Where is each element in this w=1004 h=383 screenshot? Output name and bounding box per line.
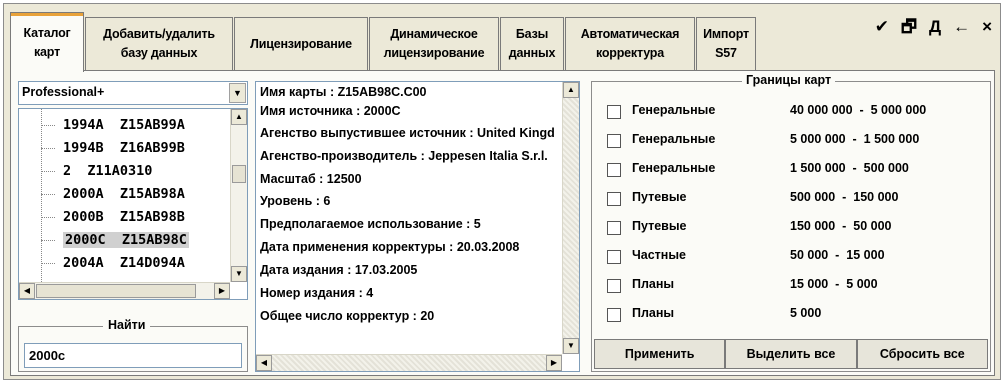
bounds-row[interactable]: Генеральные 5 000 000 - 1 500 000 [604, 128, 984, 154]
scroll-thumb[interactable] [232, 165, 246, 183]
scroll-up-icon[interactable]: ▲ [231, 109, 247, 125]
license-level-value: Professional+ [22, 85, 105, 99]
restore-window-icon[interactable]: 🗗 [901, 18, 917, 35]
scroll-thumb[interactable] [36, 284, 196, 298]
bounds-row[interactable]: Путевые 150 000 - 50 000 [604, 215, 984, 241]
bounds-row[interactable]: Генеральные 40 000 000 - 5 000 000 [604, 99, 984, 125]
bounds-checkbox[interactable] [607, 250, 621, 264]
back-arrow-icon[interactable]: ← [953, 18, 970, 35]
tree-horizontal-scrollbar[interactable]: ◀ ▶ [19, 282, 230, 299]
info-horizontal-scrollbar[interactable]: ◀ ▶ [256, 354, 562, 371]
chart-bounds-label: Границы карт [742, 73, 836, 87]
info-issuing-agency: Агенство выпустившее источник : United K… [260, 126, 555, 140]
tree-item[interactable]: 2004A Z14D094A [19, 252, 229, 274]
bounds-row-label: Планы [632, 277, 675, 291]
license-level-select[interactable]: Professional+ ▼ [18, 81, 248, 105]
tree-item[interactable]: 1994A Z15AB99A [19, 114, 229, 136]
reset-all-button[interactable]: Сбросить все [856, 339, 988, 369]
bounds-row[interactable]: Планы 5 000 [604, 302, 984, 328]
find-group: Найти [18, 318, 248, 372]
find-label: Найти [103, 318, 151, 332]
scroll-left-icon[interactable]: ◀ [256, 355, 272, 371]
bounds-row-range: 40 000 000 - 5 000 000 [790, 103, 927, 117]
chart-bounds-group: Границы карт Генеральные 40 000 000 - 5 … [591, 73, 991, 372]
scroll-up-icon[interactable]: ▲ [563, 82, 579, 98]
tab-auto-correction[interactable]: Автоматическая корректура [565, 17, 695, 70]
info-correction-date: Дата применения корректуры : 20.03.2008 [260, 240, 520, 254]
bounds-checkbox[interactable] [607, 279, 621, 293]
select-all-button[interactable]: Выделить все [725, 339, 857, 369]
info-source-name: Имя источника : 2000C [260, 104, 401, 118]
bounds-checkbox[interactable] [607, 221, 621, 235]
bounds-checkbox[interactable] [607, 134, 621, 148]
info-vertical-scrollbar[interactable]: ▲ ▼ [562, 82, 579, 354]
close-icon[interactable]: × [982, 18, 992, 35]
bounds-row-label: Путевые [632, 190, 687, 204]
bounds-row-range: 50 000 - 15 000 [790, 248, 885, 262]
info-chart-name: Имя карты : Z15AB98C.C00 [260, 85, 427, 99]
info-scale: Масштаб : 12500 [260, 172, 362, 186]
chart-tree[interactable]: 1994A Z15AB99A 1994B Z16AB99B 2 Z11A0310… [18, 108, 248, 300]
bounds-row-label: Генеральные [632, 132, 716, 146]
tab-import-s57[interactable]: Импорт S57 [696, 17, 756, 70]
bounds-row-range: 15 000 - 5 000 [790, 277, 878, 291]
catalog-panel: Professional+ ▼ 1994A Z15AB99A 1994B Z16… [10, 70, 995, 376]
pin-icon[interactable]: ✔ [875, 18, 889, 35]
dropdown-arrow-icon[interactable]: ▼ [229, 83, 246, 103]
bounds-row-label: Генеральные [632, 161, 716, 175]
bounds-row-range: 1 500 000 - 500 000 [790, 161, 909, 175]
scroll-right-icon[interactable]: ▶ [546, 355, 562, 371]
bounds-row-label: Генеральные [632, 103, 716, 117]
scroll-down-icon[interactable]: ▼ [231, 266, 247, 282]
bounds-row[interactable]: Путевые 500 000 - 150 000 [604, 186, 984, 212]
bounds-checkbox[interactable] [607, 163, 621, 177]
tab-add-remove-database[interactable]: Добавить/удалить базу данных [85, 17, 233, 70]
tree-item[interactable]: 2 Z11A0310 [19, 160, 229, 182]
tab-chart-catalog[interactable]: Каталог карт [10, 12, 84, 74]
scroll-right-icon[interactable]: ▶ [214, 283, 230, 299]
info-issue-date: Дата издания : 17.03.2005 [260, 263, 418, 277]
scroll-down-icon[interactable]: ▼ [563, 338, 579, 354]
bounds-checkbox[interactable] [607, 105, 621, 119]
chart-info-panel: Имя карты : Z15AB98C.C00 Имя источника :… [255, 81, 580, 372]
info-producer-agency: Агенство-производитель : Jeppesen Italia… [260, 149, 548, 163]
find-input[interactable] [24, 343, 242, 368]
bounds-row-label: Путевые [632, 219, 687, 233]
bounds-checkbox[interactable] [607, 192, 621, 206]
bounds-row-label: Планы [632, 306, 675, 320]
bounds-row[interactable]: Планы 15 000 - 5 000 [604, 273, 984, 299]
chart-catalog-window: Каталог карт Добавить/удалить базу данны… [3, 3, 1001, 380]
bounds-row-range: 5 000 [790, 306, 822, 320]
bounds-button-bar: Применить Выделить все Сбросить все [594, 339, 988, 369]
info-total-corrections: Общее число корректур : 20 [260, 309, 435, 323]
tree-item[interactable]: 2000B Z15AB98B [19, 206, 229, 228]
bounds-row[interactable]: Частные 50 000 - 15 000 [604, 244, 984, 270]
window-controls: ✔ 🗗 Д ← × [875, 18, 992, 35]
tree-vertical-scrollbar[interactable]: ▲ ▼ [230, 109, 247, 282]
tab-databases[interactable]: Базы данных [500, 17, 564, 70]
bounds-row-range: 500 000 - 150 000 [790, 190, 899, 204]
info-edition-number: Номер издания : 4 [260, 286, 374, 300]
tree-item-selected[interactable]: 2000C Z15AB98C [19, 229, 229, 251]
tree-item[interactable]: 1994B Z16AB99B [19, 137, 229, 159]
info-level: Уровень : 6 [260, 194, 331, 208]
tab-dynamic-licensing[interactable]: Динамическое лицензирование [369, 17, 499, 70]
bounds-row[interactable]: Генеральные 1 500 000 - 500 000 [604, 157, 984, 183]
tab-licensing[interactable]: Лицензирование [234, 17, 368, 70]
bounds-row-range: 150 000 - 50 000 [790, 219, 892, 233]
bounds-row-range: 5 000 000 - 1 500 000 [790, 132, 920, 146]
info-intended-usage: Предполагаемое использование : 5 [260, 217, 481, 231]
bounds-row-label: Частные [632, 248, 686, 262]
apply-button[interactable]: Применить [594, 339, 726, 369]
bounds-checkbox[interactable] [607, 308, 621, 322]
dock-icon[interactable]: Д [929, 18, 941, 35]
tree-item[interactable]: 2000A Z15AB98A [19, 183, 229, 205]
scroll-left-icon[interactable]: ◀ [19, 283, 35, 299]
